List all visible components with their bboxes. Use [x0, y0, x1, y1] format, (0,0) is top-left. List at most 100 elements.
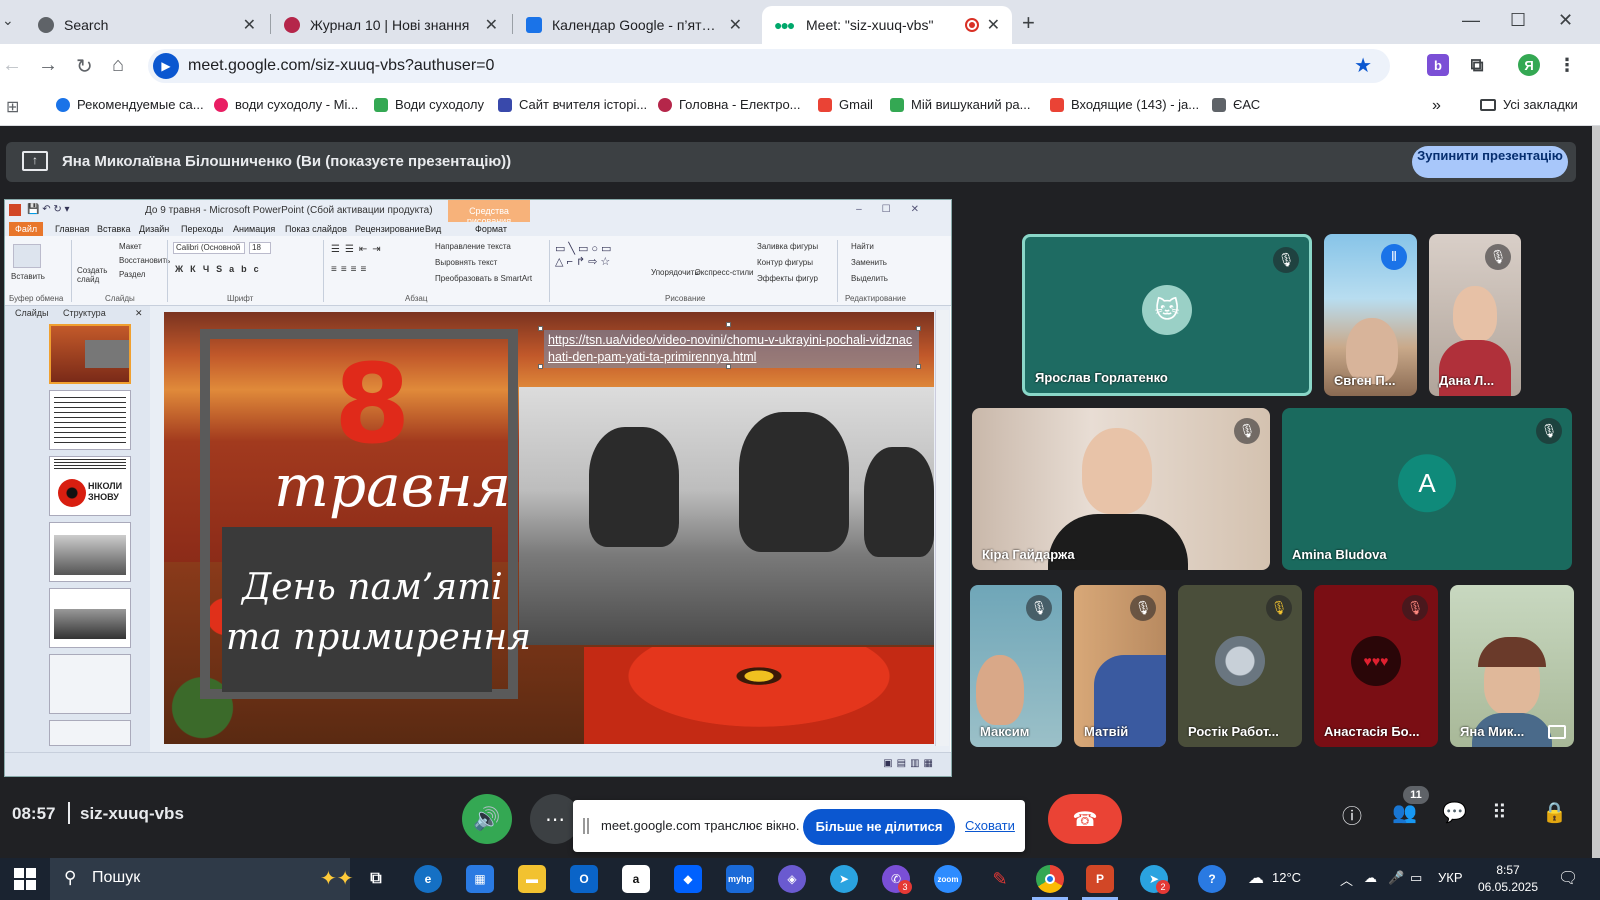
replace-button[interactable]: Заменить: [851, 258, 887, 267]
slide-thumbnail-5[interactable]: [49, 588, 131, 648]
ppt-tab-view[interactable]: Вид: [425, 224, 441, 234]
activities-icon[interactable]: ⠿: [1492, 800, 1507, 825]
selected-hyperlink[interactable]: https://tsn.ua/video/video-novini/chomu-…: [544, 330, 919, 368]
close-tab-icon[interactable]: ✕: [729, 15, 742, 35]
selection-handle[interactable]: [726, 322, 731, 327]
tray-chevron-icon[interactable]: ︿: [1340, 870, 1353, 889]
pin-icon[interactable]: [1548, 725, 1566, 739]
ppt-tab-file[interactable]: Файл: [9, 222, 44, 236]
slide-thumbnail-7[interactable]: [49, 720, 131, 746]
selection-handle[interactable]: [726, 364, 731, 369]
bookmark-item[interactable]: Води суходолу: [374, 97, 484, 112]
bookmark-item[interactable]: Входящие (143) - ja...: [1050, 97, 1199, 112]
tab-calendar[interactable]: Календар Google - п’ятниця, 1 ✕: [514, 6, 754, 44]
windows-start-icon[interactable]: [14, 868, 36, 890]
new-tab-button[interactable]: +: [1022, 10, 1035, 36]
taskbar-clock[interactable]: 8:57 06.05.2025: [1474, 862, 1542, 896]
close-panel-icon[interactable]: ✕: [135, 308, 143, 319]
align-buttons[interactable]: ≡≡≡≡: [331, 264, 370, 275]
onedrive-icon[interactable]: ☁: [1364, 870, 1377, 886]
drag-handle-icon[interactable]: [583, 818, 589, 834]
reset-button[interactable]: Восстановить: [119, 256, 170, 265]
ppt-tab-transitions[interactable]: Переходы: [181, 224, 223, 234]
participant-tile-6[interactable]: 🎙 Максим: [970, 585, 1062, 747]
tab-list-button[interactable]: ⌄: [2, 12, 14, 29]
align-text-button[interactable]: Выровнять текст: [435, 258, 497, 267]
close-tab-icon[interactable]: ✕: [485, 15, 498, 35]
panel-tab-outline[interactable]: Структура: [63, 308, 106, 318]
bookmark-item[interactable]: Мій вишуканий ра...: [890, 97, 1031, 112]
shape-fill-button[interactable]: Заливка фигуры: [757, 242, 818, 251]
slide-thumbnail-3[interactable]: НІКОЛИ ЗНОВУ: [49, 456, 131, 516]
list-buttons[interactable]: ☰☰⇤⇥: [331, 244, 386, 255]
bookmark-gmail[interactable]: Gmail: [818, 97, 873, 112]
meet-camera-icon[interactable]: ▶: [153, 53, 179, 79]
find-button[interactable]: Найти: [851, 242, 874, 251]
participant-tile-3[interactable]: 🎙 Дана Л...: [1429, 234, 1521, 396]
page-scrollbar[interactable]: [1592, 126, 1600, 858]
bookmark-item[interactable]: ЄАС: [1212, 97, 1260, 112]
ppt-tab-insert[interactable]: Вставка: [97, 224, 130, 234]
amazon-icon[interactable]: a: [622, 865, 650, 893]
file-explorer-icon[interactable]: ▬: [518, 865, 546, 893]
store-icon[interactable]: ▦: [466, 865, 494, 893]
selection-handle[interactable]: [916, 326, 921, 331]
leave-call-button[interactable]: ☎: [1048, 794, 1122, 844]
task-view-icon[interactable]: ⧉: [362, 865, 390, 893]
zoom-icon[interactable]: zoom: [934, 865, 962, 893]
participant-tile-4[interactable]: 🎙 Кіра Гайдаржа: [972, 408, 1270, 570]
ppt-tab-design[interactable]: Дизайн: [139, 224, 169, 234]
selection-handle[interactable]: [916, 364, 921, 369]
ppt-tab-slideshow[interactable]: Показ слайдов: [285, 224, 347, 234]
edge-icon[interactable]: e: [414, 865, 442, 893]
dropbox-icon[interactable]: ◆: [674, 865, 702, 893]
slide-scrollbar[interactable]: [935, 310, 949, 746]
weather-temperature[interactable]: 12°C: [1272, 870, 1301, 885]
more-bookmarks-icon[interactable]: »: [1432, 97, 1441, 115]
reload-icon[interactable]: ↻: [76, 54, 93, 79]
smartart-button[interactable]: Преобразовать в SmartArt: [435, 274, 532, 283]
quick-styles-button[interactable]: Экспресс-стили: [695, 268, 754, 277]
participant-tile-1[interactable]: 🐱 🎙 Ярослав Горлатенко: [1022, 234, 1312, 396]
participant-tile-7[interactable]: 🎙 Матвій: [1074, 585, 1166, 747]
participant-tile-9[interactable]: ♥♥♥ 🎙 Анастасія Бо...: [1314, 585, 1438, 747]
tab-meet[interactable]: ●●● Meet: "siz-xuuq-vbs" ✕: [762, 6, 1012, 44]
bookmark-item[interactable]: Головна - Електро...: [658, 97, 801, 112]
close-tab-icon[interactable]: ✕: [987, 15, 1000, 35]
ppt-tab-animation[interactable]: Анимация: [233, 224, 275, 234]
bookmark-item[interactable]: Сайт вчителя історі...: [498, 97, 647, 112]
participant-tile-5[interactable]: A 🎙 Amina Bludova: [1282, 408, 1572, 570]
help-icon[interactable]: ?: [1198, 865, 1226, 893]
app-icon[interactable]: ✎: [986, 865, 1014, 893]
url-text[interactable]: meet.google.com/siz-xuuq-vbs?authuser=0: [188, 57, 494, 75]
forward-icon[interactable]: →: [38, 54, 58, 77]
microphone-icon[interactable]: 🎤: [1388, 870, 1404, 886]
home-icon[interactable]: ⌂: [112, 54, 124, 77]
close-tab-icon[interactable]: ✕: [243, 15, 256, 35]
arrange-button[interactable]: Упорядочить: [651, 268, 699, 277]
current-slide[interactable]: 8 травня День пам’яті та примирення http…: [164, 312, 934, 744]
bookmark-item[interactable]: води суходолу - Мі...: [214, 97, 358, 112]
all-bookmarks[interactable]: Усі закладки: [1480, 97, 1578, 112]
menu-dots-icon[interactable]: ⋮: [1556, 54, 1578, 76]
view-buttons[interactable]: ▣▤▥▦: [883, 758, 937, 769]
section-button[interactable]: Раздел: [119, 270, 145, 279]
tab-search[interactable]: Search ✕: [26, 6, 268, 44]
copilot-icon[interactable]: ◈: [778, 865, 806, 893]
text-direction-button[interactable]: Направление текста: [435, 242, 511, 251]
meeting-info-icon[interactable]: ⓘ: [1342, 800, 1362, 829]
bookmark-star-icon[interactable]: ★: [1354, 53, 1372, 78]
layout-button[interactable]: Макет: [119, 242, 142, 251]
hide-notice-link[interactable]: Сховати: [965, 818, 1015, 833]
paste-button[interactable]: Вставить: [11, 272, 45, 281]
ppt-tab-format[interactable]: Формат: [475, 224, 507, 234]
telegram-icon[interactable]: ➤: [830, 865, 858, 893]
stop-sharing-button[interactable]: Більше не ділитися: [803, 809, 955, 845]
weather-icon[interactable]: ☁: [1248, 868, 1264, 888]
participant-tile-10[interactable]: Яна Мик...: [1450, 585, 1574, 747]
address-bar[interactable]: ▶ meet.google.com/siz-xuuq-vbs?authuser=…: [148, 49, 1390, 83]
panel-tab-slides[interactable]: Слайды: [15, 308, 49, 318]
participant-tile-2[interactable]: ⦀ Євген П...: [1324, 234, 1417, 396]
ppt-tab-home[interactable]: Главная: [55, 224, 89, 234]
shapes-gallery[interactable]: ▭╲▭○▭ △⌐↱⇨☆: [555, 242, 614, 268]
